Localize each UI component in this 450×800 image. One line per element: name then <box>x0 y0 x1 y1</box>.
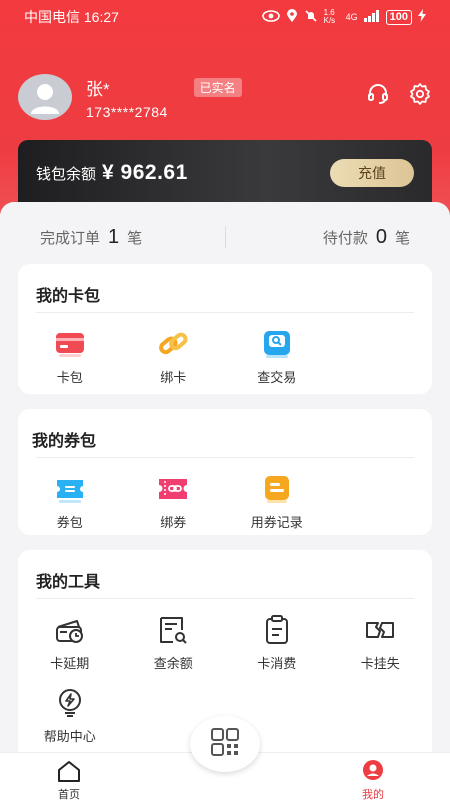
card-wallet-section: 我的卡包 卡包 绑卡 查交易 <box>18 264 432 394</box>
coupon-wallet-title: 我的券包 <box>32 433 97 450</box>
card-wallet-item[interactable]: 绑卡 <box>122 327 226 386</box>
completed-orders-label: 完成订单 <box>40 229 101 247</box>
scan-button[interactable] <box>190 716 260 772</box>
card-icon <box>53 327 87 361</box>
order-summary: 完成订单 1 笔 待付款 0 笔 <box>18 214 432 260</box>
user-name: 张* <box>86 79 110 99</box>
help-center-icon <box>53 686 87 720</box>
tool-item[interactable]: 查余额 <box>122 613 226 672</box>
coupon-wallet-item[interactable]: 券包 <box>18 472 122 531</box>
tab-mine[interactable]: 我的 <box>360 759 386 800</box>
card-extend-icon <box>53 613 87 647</box>
tools-title: 我的工具 <box>36 574 101 591</box>
tool-item[interactable]: 卡消费 <box>225 613 329 672</box>
card-wallet-title: 我的卡包 <box>36 288 101 305</box>
tab-home[interactable]: 首页 <box>56 759 82 800</box>
card-wallet-item[interactable]: 卡包 <box>18 327 122 386</box>
bind-coupon-icon <box>156 472 190 506</box>
settings-icon[interactable] <box>408 82 432 111</box>
battery-indicator: 100 <box>385 9 412 25</box>
coupon-record-icon <box>260 472 294 506</box>
status-bar: 中国电信 16:27 1.6 K/s 4G 100 <box>0 0 450 34</box>
location-icon <box>286 8 298 26</box>
completed-orders-count: 1 <box>108 225 120 248</box>
card-wallet-item[interactable]: 查交易 <box>225 327 329 386</box>
qr-scan-icon <box>210 727 240 762</box>
tab-home-label: 首页 <box>58 789 80 800</box>
coupon-wallet-item[interactable]: 绑券 <box>122 472 226 531</box>
mine-icon <box>360 759 386 786</box>
wallet-banner: 钱包余额 ¥ 962.61 充值 <box>18 140 432 206</box>
pending-payment-label: 待付款 <box>322 229 368 247</box>
verified-badge: 已实名 <box>193 77 242 97</box>
wallet-balance: ¥ 962.61 <box>102 161 188 184</box>
user-phone: 173****2784 <box>86 103 168 120</box>
coupon-icon <box>53 472 87 506</box>
profile-section: 张* 已实名 173****2784 <box>18 72 432 122</box>
home-icon <box>56 759 82 786</box>
eye-icon <box>261 9 280 25</box>
network-type: 4G <box>345 12 358 22</box>
carrier-time: 中国电信 16:27 <box>24 9 119 25</box>
balance-query-icon <box>156 613 190 647</box>
completed-orders-unit: 笔 <box>127 229 143 247</box>
avatar[interactable] <box>18 74 72 120</box>
customer-service-icon[interactable] <box>366 82 390 111</box>
link-icon <box>156 327 190 361</box>
coupon-wallet-item[interactable]: 用券记录 <box>225 472 329 531</box>
pending-payment-count: 0 <box>375 225 387 248</box>
signal-icon <box>363 9 380 25</box>
completed-orders[interactable]: 完成订单 1 笔 <box>18 226 225 249</box>
pending-payment-unit: 笔 <box>394 229 410 247</box>
tool-item[interactable]: 帮助中心 <box>18 686 122 745</box>
card-report-loss-icon <box>363 613 397 647</box>
tool-item[interactable]: 卡挂失 <box>329 613 433 672</box>
tab-mine-label: 我的 <box>362 789 384 800</box>
pending-payment[interactable]: 待付款 0 笔 <box>226 226 433 249</box>
search-transaction-icon <box>260 327 294 361</box>
wallet-label: 钱包余额 <box>36 165 97 183</box>
recharge-button[interactable]: 充值 <box>330 159 414 187</box>
network-speed: 1.6 K/s <box>323 8 336 25</box>
charging-icon <box>418 9 426 25</box>
card-spend-icon <box>260 613 294 647</box>
mute-icon <box>304 9 318 26</box>
tool-item[interactable]: 卡延期 <box>18 613 122 672</box>
coupon-wallet-section: 我的券包 券包 绑券 用券记录 <box>18 409 432 535</box>
